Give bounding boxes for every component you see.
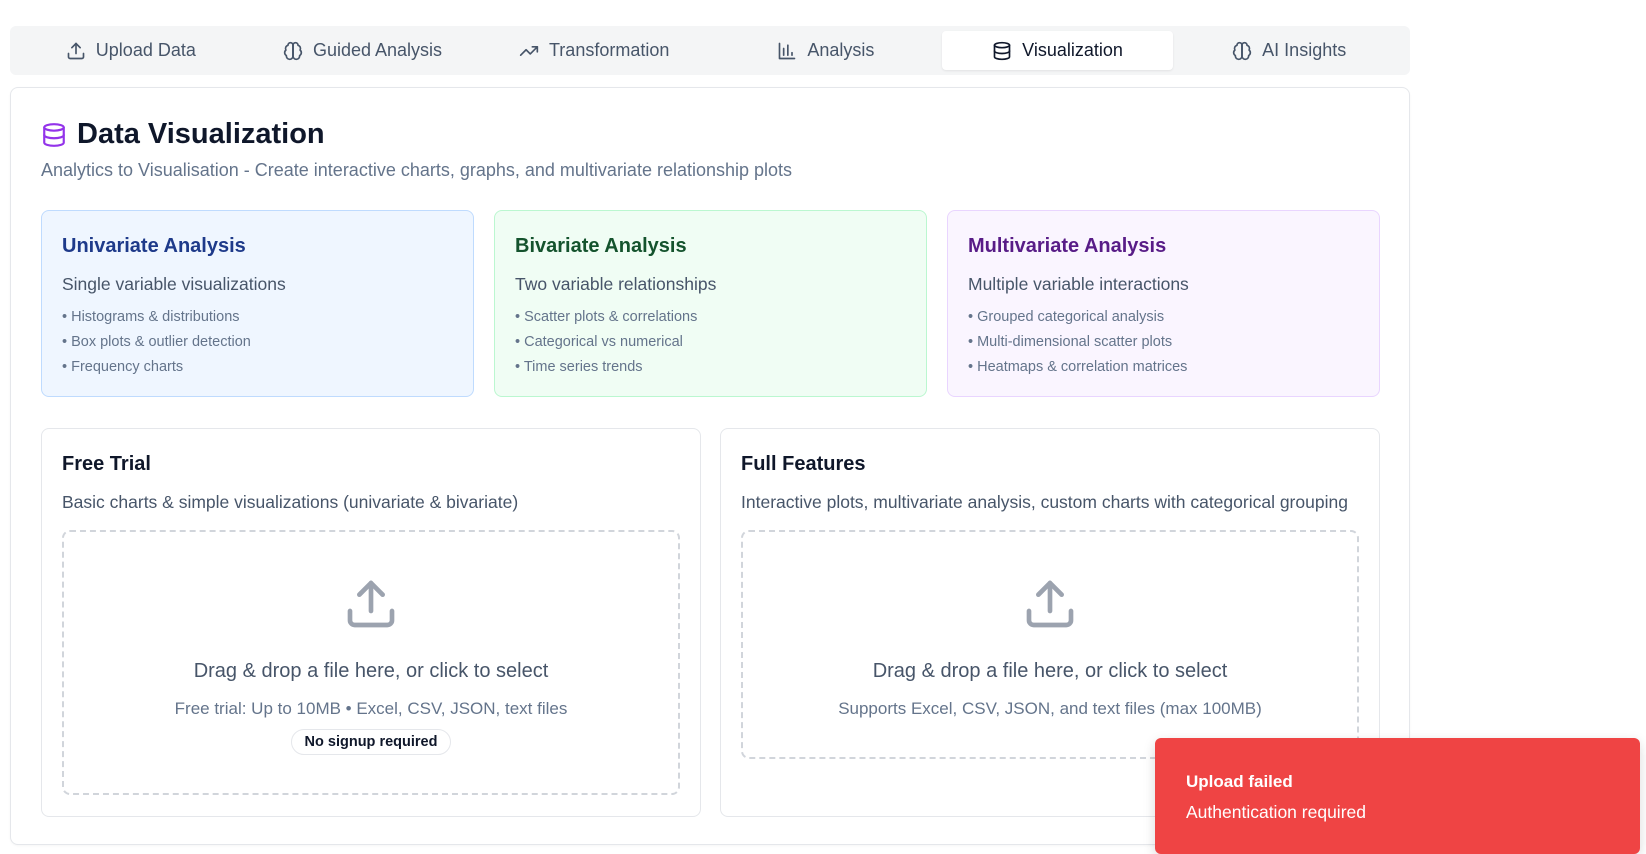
card-description: Multiple variable interactions xyxy=(968,274,1189,294)
card-title: Free Trial xyxy=(62,453,151,475)
tab-guided-analysis[interactable]: Guided Analysis xyxy=(247,31,479,70)
list-item: • Histograms & distributions xyxy=(62,309,240,325)
feature-list: • Grouped categorical analysis • Multi-d… xyxy=(968,305,1359,380)
list-item: • Time series trends xyxy=(515,359,643,375)
toast-message: Authentication required xyxy=(1186,802,1366,822)
tab-analysis[interactable]: Analysis xyxy=(710,31,942,70)
tab-visualization[interactable]: Visualization xyxy=(941,31,1174,70)
page-title: Data Visualization xyxy=(77,118,325,150)
toast-title: Upload failed xyxy=(1186,772,1293,791)
list-item: • Categorical vs numerical xyxy=(515,334,683,350)
card-description: Two variable relationships xyxy=(515,274,717,294)
feature-list: • Histograms & distributions • Box plots… xyxy=(62,305,453,380)
full-features-dropzone[interactable]: Drag & drop a file here, or click to sel… xyxy=(741,530,1359,759)
tab-transformation[interactable]: Transformation xyxy=(478,31,710,70)
tab-label: Transformation xyxy=(548,40,670,60)
no-signup-badge: No signup required xyxy=(290,729,452,755)
univariate-card: Univariate Analysis Single variable visu… xyxy=(41,210,474,397)
database-icon xyxy=(43,122,65,147)
tab-label: Upload Data xyxy=(95,40,196,60)
card-description: Single variable visualizations xyxy=(62,274,286,294)
upload-icon xyxy=(1026,580,1074,628)
feature-list: • Scatter plots & correlations • Categor… xyxy=(515,305,906,380)
list-item: • Heatmaps & correlation matrices xyxy=(968,359,1188,375)
dropzone-prompt: Drag & drop a file here, or click to sel… xyxy=(193,660,549,682)
dropzone-limits: Supports Excel, CSV, JSON, and text file… xyxy=(838,699,1262,718)
free-trial-card: Free Trial Basic charts & simple visuali… xyxy=(41,428,701,817)
page-subtitle: Analytics to Visualisation - Create inte… xyxy=(41,160,793,180)
card-title: Full Features xyxy=(741,453,866,475)
list-item: • Box plots & outlier detection xyxy=(62,334,251,350)
card-description: Basic charts & simple visualizations (un… xyxy=(62,492,519,512)
tab-label: AI Insights xyxy=(1262,40,1347,60)
multivariate-card: Multivariate Analysis Multiple variable … xyxy=(947,210,1380,397)
brain-icon xyxy=(1233,41,1252,60)
tab-label: Visualization xyxy=(1022,40,1123,60)
dropzone-limits: Free trial: Up to 10MB • Excel, CSV, JSO… xyxy=(174,699,568,718)
error-toast[interactable]: Upload failed Authentication required xyxy=(1155,738,1640,854)
card-title: Bivariate Analysis xyxy=(515,235,687,257)
dropzone-prompt: Drag & drop a file here, or click to sel… xyxy=(872,660,1228,682)
upload-icon xyxy=(347,580,395,628)
card-title: Univariate Analysis xyxy=(62,235,246,257)
brain-icon xyxy=(283,41,303,60)
list-item: • Grouped categorical analysis xyxy=(968,309,1165,325)
tab-upload-data[interactable]: Upload Data xyxy=(15,31,247,70)
list-item: • Frequency charts xyxy=(62,359,184,375)
list-item: • Scatter plots & correlations xyxy=(515,309,698,325)
card-title: Multivariate Analysis xyxy=(968,235,1167,257)
tab-label: Analysis xyxy=(807,40,875,60)
list-item: • Multi-dimensional scatter plots xyxy=(968,334,1173,350)
tab-ai-insights[interactable]: AI Insights xyxy=(1173,31,1405,70)
tab-label: Guided Analysis xyxy=(312,40,443,60)
database-icon xyxy=(993,41,1011,60)
title-row: Data Visualization xyxy=(41,118,325,151)
tab-bar: Upload Data Guided Analysis Transformati… xyxy=(10,26,1410,75)
bar-chart-icon xyxy=(778,42,796,59)
trending-up-icon xyxy=(519,45,539,56)
card-description: Interactive plots, multivariate analysis… xyxy=(741,492,1348,512)
visualization-panel: Data Visualization Analytics to Visualis… xyxy=(10,87,1410,845)
upload-icon xyxy=(67,42,85,59)
free-trial-dropzone[interactable]: Drag & drop a file here, or click to sel… xyxy=(62,530,680,795)
bivariate-card: Bivariate Analysis Two variable relation… xyxy=(494,210,927,397)
